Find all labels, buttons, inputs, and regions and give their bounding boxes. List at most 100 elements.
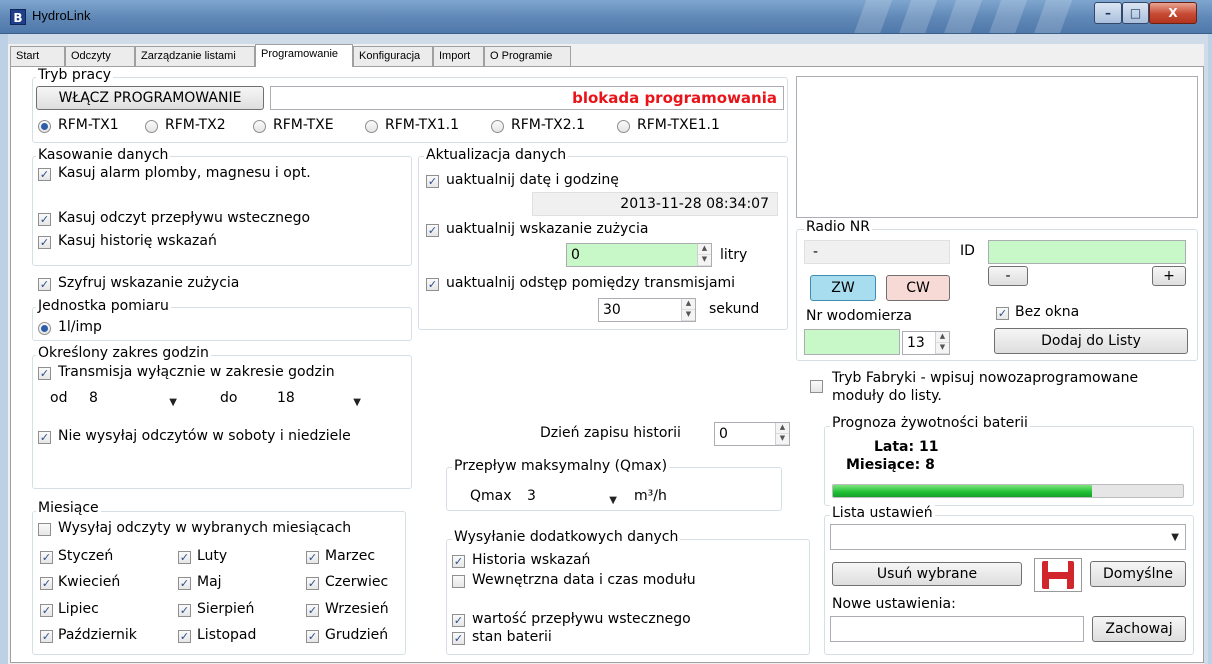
update-date-checkbox[interactable]: ✓: [426, 175, 439, 188]
enable-programming-button[interactable]: WŁĄCZ PROGRAMOWANIE: [36, 86, 264, 110]
lista-dropdown[interactable]: ▼: [830, 524, 1186, 550]
wewnetrzna-data-checkbox[interactable]: [452, 575, 465, 588]
od-label: od: [50, 390, 68, 406]
interval-unit: sekund: [709, 301, 760, 317]
radio-rfm-txe1-1[interactable]: [617, 120, 630, 133]
nr-wodomierza-field[interactable]: [804, 329, 900, 355]
id-label: ID: [960, 243, 975, 259]
usage-spinner[interactable]: 0 ▲ ▼: [566, 243, 712, 267]
month-label: Sierpień: [197, 601, 255, 617]
tryb-fabryki-checkbox[interactable]: [810, 380, 823, 393]
historia-wskazan-label: Historia wskazań: [472, 552, 591, 568]
radio-rfm-txe[interactable]: [253, 120, 266, 133]
domyslne-button[interactable]: Domyślne: [1090, 561, 1186, 587]
lata-value: Lata: 11: [874, 439, 939, 455]
tryb-fabryki-label: Tryb Fabryki - wpisuj nowozaprogramowane…: [832, 370, 1139, 404]
szyfruj-label: Szyfruj wskazanie zużycia: [58, 275, 240, 291]
update-interval-label: uaktualnij odstęp pomiędzy transmisjami: [446, 275, 736, 291]
save-settings-button[interactable]: [1034, 558, 1082, 592]
miesiace-label: Miesiące: [36, 500, 101, 516]
increment-button[interactable]: +: [1152, 266, 1186, 286]
kasuj-alarm-label: Kasuj alarm plomby, magnesu i opt.: [58, 165, 311, 181]
month-checkbox[interactable]: ✓: [178, 604, 191, 617]
month-checkbox[interactable]: ✓: [306, 577, 319, 590]
radio-1l-imp[interactable]: [38, 322, 51, 335]
radio-rfm-tx2[interactable]: [145, 120, 158, 133]
radio-rfm-tx1-1[interactable]: [365, 120, 378, 133]
radio-nr-field: -: [804, 240, 950, 264]
wewnetrzna-data-label: Wewnętrzna data i czas modułu: [472, 572, 696, 588]
month-checkbox[interactable]: ✓: [40, 630, 53, 643]
bez-okna-label: Bez okna: [1015, 304, 1080, 320]
chevron-down-icon: ▼: [353, 397, 361, 408]
usun-wybrane-button[interactable]: Usuń wybrane: [832, 562, 1022, 586]
month-checkbox[interactable]: ✓: [306, 551, 319, 564]
kasuj-historia-checkbox[interactable]: ✓: [38, 236, 51, 249]
wybrane-miesiace-checkbox[interactable]: [38, 523, 51, 536]
transmisja-checkbox[interactable]: ✓: [38, 367, 51, 380]
month-label: Kwiecień: [58, 574, 121, 590]
od-value: 8: [89, 390, 98, 406]
qmax-label: Qmax: [470, 488, 512, 504]
miesiace-value: Miesiące: 8: [846, 457, 935, 473]
close-button[interactable]: X: [1149, 2, 1197, 24]
zw-button[interactable]: ZW: [810, 275, 876, 301]
month-label: Listopad: [197, 627, 257, 643]
bez-okna-checkbox[interactable]: ✓: [996, 307, 1009, 320]
tab-start[interactable]: Start: [10, 46, 65, 66]
minimize-button[interactable]: –: [1094, 2, 1122, 24]
tab-odczyty[interactable]: Odczyty: [65, 46, 135, 66]
do-value: 18: [277, 390, 295, 406]
interval-value: 30: [603, 302, 621, 318]
nowe-ustawienia-input[interactable]: [830, 616, 1084, 642]
month-label: Styczeń: [58, 548, 114, 564]
tab-konfiguracja[interactable]: Konfiguracja: [353, 46, 433, 66]
month-checkbox[interactable]: ✓: [178, 630, 191, 643]
cw-button[interactable]: CW: [886, 275, 950, 301]
do-dropdown[interactable]: 18 ▼: [272, 386, 368, 410]
nr-spinner[interactable]: 13 ▲ ▼: [902, 331, 950, 355]
nowe-ustawienia-label: Nowe ustawienia:: [832, 596, 956, 612]
kasuj-alarm-checkbox[interactable]: ✓: [38, 168, 51, 181]
update-usage-checkbox[interactable]: ✓: [426, 224, 439, 237]
usage-unit: litry: [720, 247, 748, 263]
tab-programowanie[interactable]: Programowanie: [255, 44, 353, 67]
przeplyw-checkbox[interactable]: ✓: [452, 614, 465, 627]
maximize-button[interactable]: □: [1122, 2, 1149, 24]
bateria-checkbox[interactable]: ✓: [452, 632, 465, 645]
weekend-checkbox[interactable]: ✓: [38, 431, 51, 444]
decrement-button[interactable]: -: [988, 266, 1028, 286]
id-field[interactable]: [988, 240, 1186, 264]
zakres-label: Określony zakres godzin: [36, 345, 211, 361]
jednostka-label: Jednostka pomiaru: [36, 298, 171, 314]
dodaj-do-listy-button[interactable]: Dodaj do Listy: [994, 328, 1188, 354]
tab-import[interactable]: Import: [433, 46, 484, 66]
radio-rfm-txe-label: RFM-TXE: [273, 117, 334, 133]
output-textarea[interactable]: [796, 76, 1198, 218]
month-checkbox[interactable]: ✓: [306, 604, 319, 617]
month-checkbox[interactable]: ✓: [306, 630, 319, 643]
historia-wskazan-checkbox[interactable]: ✓: [452, 555, 465, 568]
qmax-dropdown[interactable]: 3 ▼: [522, 484, 624, 508]
tab-o-programie[interactable]: O Programie: [484, 46, 571, 66]
kasuj-odczyt-checkbox[interactable]: ✓: [38, 213, 51, 226]
chevron-down-icon: ▼: [609, 495, 617, 506]
radio-rfm-tx2-1[interactable]: [491, 120, 504, 133]
kasuj-historia-label: Kasuj historię wskazań: [58, 233, 217, 249]
month-checkbox[interactable]: ✓: [178, 577, 191, 590]
month-checkbox[interactable]: ✓: [178, 551, 191, 564]
radio-rfm-txe1-1-label: RFM-TXE1.1: [637, 117, 720, 133]
od-dropdown[interactable]: 8 ▼: [84, 386, 184, 410]
dzien-spinner[interactable]: 0 ▲ ▼: [714, 422, 790, 446]
zachowaj-button[interactable]: Zachowaj: [1092, 616, 1186, 642]
tryb-pracy-label: Tryb pracy: [36, 67, 114, 83]
interval-spinner[interactable]: 30 ▲ ▼: [598, 298, 696, 322]
radio-rfm-tx1[interactable]: [38, 120, 51, 133]
month-label: Grudzień: [325, 627, 389, 643]
update-interval-checkbox[interactable]: ✓: [426, 278, 439, 291]
szyfruj-checkbox[interactable]: ✓: [38, 278, 51, 291]
month-checkbox[interactable]: ✓: [40, 551, 53, 564]
month-checkbox[interactable]: ✓: [40, 604, 53, 617]
tab-zarzadzanie[interactable]: Zarządzanie listami: [135, 46, 255, 66]
month-checkbox[interactable]: ✓: [40, 577, 53, 590]
